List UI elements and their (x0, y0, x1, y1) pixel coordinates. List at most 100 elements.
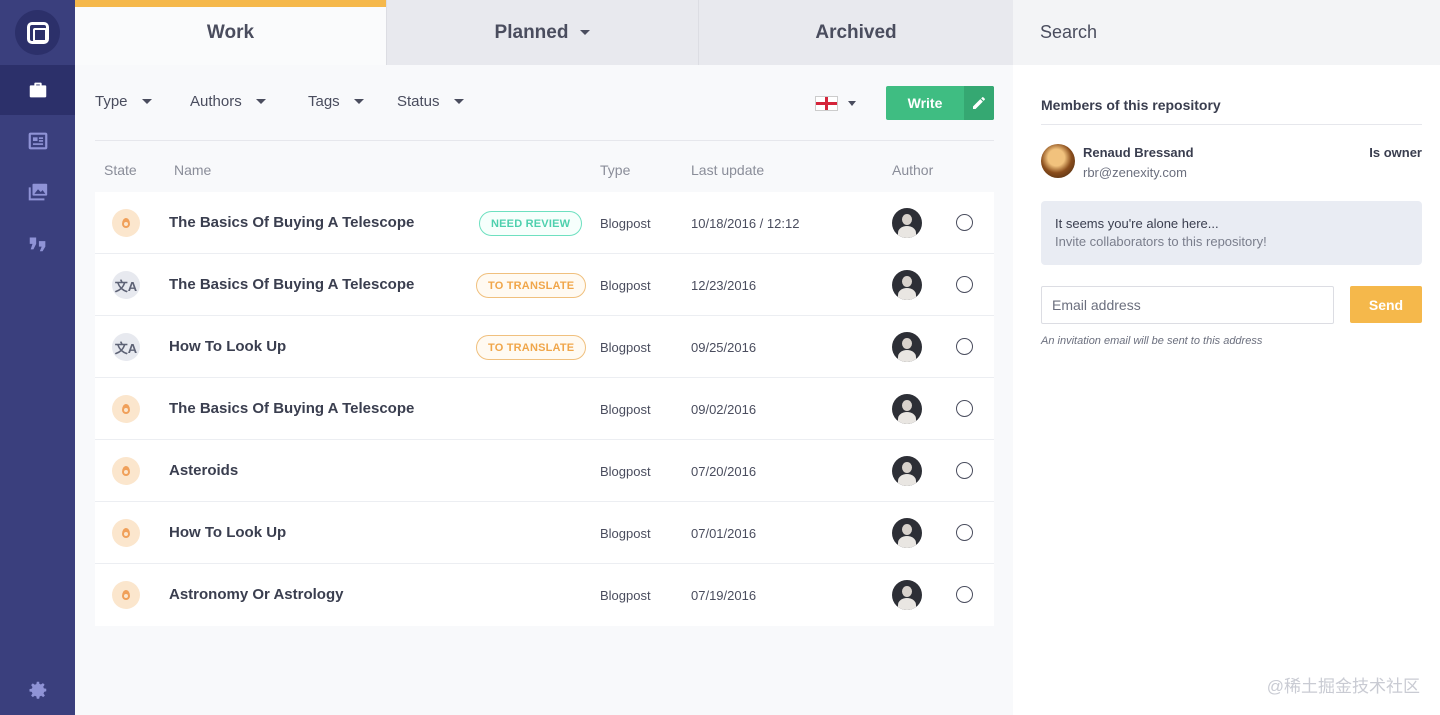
document-type: Blogpost (600, 588, 651, 603)
document-type: Blogpost (600, 340, 651, 355)
avatar (1041, 144, 1075, 178)
avatar (892, 394, 922, 424)
filter-tags[interactable]: Tags (308, 93, 364, 110)
members-panel: Members of this repository Renaud Bressa… (1013, 65, 1440, 715)
send-button[interactable]: Send (1350, 286, 1422, 323)
document-title[interactable]: Asteroids (169, 462, 238, 479)
pencil-icon (964, 86, 994, 120)
last-update: 07/01/2016 (691, 526, 757, 541)
email-field[interactable] (1041, 286, 1334, 324)
sidebar-item-quotes[interactable] (0, 218, 75, 268)
last-update: 12/23/2016 (691, 278, 757, 293)
select-radio[interactable] (956, 338, 973, 355)
divider (1041, 124, 1422, 125)
avatar (892, 456, 922, 486)
alone-notice-text: Invite collaborators to this repository! (1055, 234, 1267, 249)
member-name: Renaud Bressand (1083, 145, 1194, 160)
last-update: 07/19/2016 (691, 588, 757, 603)
filter-status[interactable]: Status (397, 93, 464, 110)
chevron-down-icon[interactable] (848, 101, 856, 106)
avatar (892, 580, 922, 610)
document-title[interactable]: How To Look Up (169, 524, 286, 541)
avatar (892, 332, 922, 362)
sidebar-item-work[interactable] (0, 65, 75, 115)
sidebar-item-media[interactable] (0, 167, 75, 217)
column-header-last-update[interactable]: Last update (691, 162, 764, 178)
tab-archived[interactable]: Archived (698, 0, 1013, 65)
select-radio[interactable] (956, 276, 973, 293)
repository-logo-icon[interactable] (15, 10, 60, 55)
column-header-author[interactable]: Author (892, 162, 933, 178)
alone-notice-title: It seems you're alone here... (1055, 216, 1219, 231)
draft-drop-icon (112, 395, 140, 423)
sidebar-item-settings[interactable] (0, 665, 75, 715)
document-title[interactable]: The Basics Of Buying A Telescope (169, 214, 414, 231)
table-row[interactable]: The Basics Of Buying A Telescope Blogpos… (95, 378, 994, 440)
draft-drop-icon (112, 519, 140, 547)
translate-icon: 文A (112, 333, 140, 361)
last-update: 10/18/2016 / 12:12 (691, 216, 800, 231)
invitation-hint: An invitation email will be sent to this… (1041, 335, 1263, 347)
newspaper-icon (28, 132, 47, 150)
column-header-type[interactable]: Type (600, 162, 630, 178)
table-row[interactable]: 文A How To Look Up TO TRANSLATE Blogpost … (95, 316, 994, 378)
search-tab[interactable]: Search (1013, 0, 1440, 65)
sidebar-item-articles[interactable] (0, 116, 75, 166)
tab-work[interactable]: Work (75, 0, 386, 65)
divider (95, 140, 994, 141)
chevron-down-icon (353, 99, 364, 104)
tab-label: Planned (494, 21, 569, 43)
last-update: 07/20/2016 (691, 464, 757, 479)
select-radio[interactable] (956, 524, 973, 541)
column-header-name[interactable]: Name (174, 162, 211, 178)
draft-drop-icon (112, 581, 140, 609)
filter-type-label: Type (95, 93, 128, 110)
document-title[interactable]: The Basics Of Buying A Telescope (169, 276, 414, 293)
document-title[interactable]: The Basics Of Buying A Telescope (169, 400, 414, 417)
document-type: Blogpost (600, 216, 651, 231)
status-badge: TO TRANSLATE (476, 273, 587, 298)
filter-type[interactable]: Type (95, 93, 152, 110)
table-row[interactable]: 文A The Basics Of Buying A Telescope TO T… (95, 254, 994, 316)
write-button[interactable]: Write (886, 86, 994, 120)
member-email: rbr@zenexity.com (1083, 165, 1187, 180)
document-title[interactable]: Astronomy Or Astrology (169, 586, 343, 603)
table-row[interactable]: The Basics Of Buying A Telescope NEED RE… (95, 192, 994, 254)
select-radio[interactable] (956, 586, 973, 603)
main-tabs: Work Planned Archived (75, 0, 1013, 65)
avatar (892, 270, 922, 300)
draft-drop-icon (112, 209, 140, 237)
filter-status-label: Status (397, 93, 440, 110)
last-update: 09/02/2016 (691, 402, 757, 417)
england-flag-icon[interactable] (815, 96, 838, 111)
table-row[interactable]: Asteroids Blogpost 07/20/2016 (95, 440, 994, 502)
column-header-state[interactable]: State (104, 162, 137, 178)
tab-label: Archived (815, 21, 897, 43)
member-role: Is owner (1369, 145, 1422, 160)
table-row[interactable]: How To Look Up Blogpost 07/01/2016 (95, 502, 994, 564)
document-list: The Basics Of Buying A Telescope NEED RE… (95, 192, 994, 626)
select-radio[interactable] (956, 214, 973, 231)
tab-planned[interactable]: Planned (386, 0, 698, 65)
alone-notice: It seems you're alone here... Invite col… (1041, 201, 1422, 265)
tab-label: Work (206, 21, 255, 43)
document-type: Blogpost (600, 402, 651, 417)
document-type: Blogpost (600, 526, 651, 541)
filter-authors[interactable]: Authors (190, 93, 266, 110)
sidebar (0, 0, 75, 715)
briefcase-icon (29, 82, 46, 98)
translate-icon: 文A (112, 271, 140, 299)
draft-drop-icon (112, 457, 140, 485)
avatar (892, 208, 922, 238)
select-radio[interactable] (956, 462, 973, 479)
search-label: Search (1040, 22, 1098, 42)
chevron-down-icon (453, 99, 464, 104)
watermark: @稀土掘金技术社区 (1266, 677, 1420, 696)
status-badge: NEED REVIEW (479, 211, 583, 236)
chevron-down-icon (255, 99, 266, 104)
document-title[interactable]: How To Look Up (169, 338, 286, 355)
select-radio[interactable] (956, 400, 973, 417)
table-row[interactable]: Astronomy Or Astrology Blogpost 07/19/20… (95, 564, 994, 626)
write-button-label: Write (907, 95, 943, 111)
avatar (892, 518, 922, 548)
